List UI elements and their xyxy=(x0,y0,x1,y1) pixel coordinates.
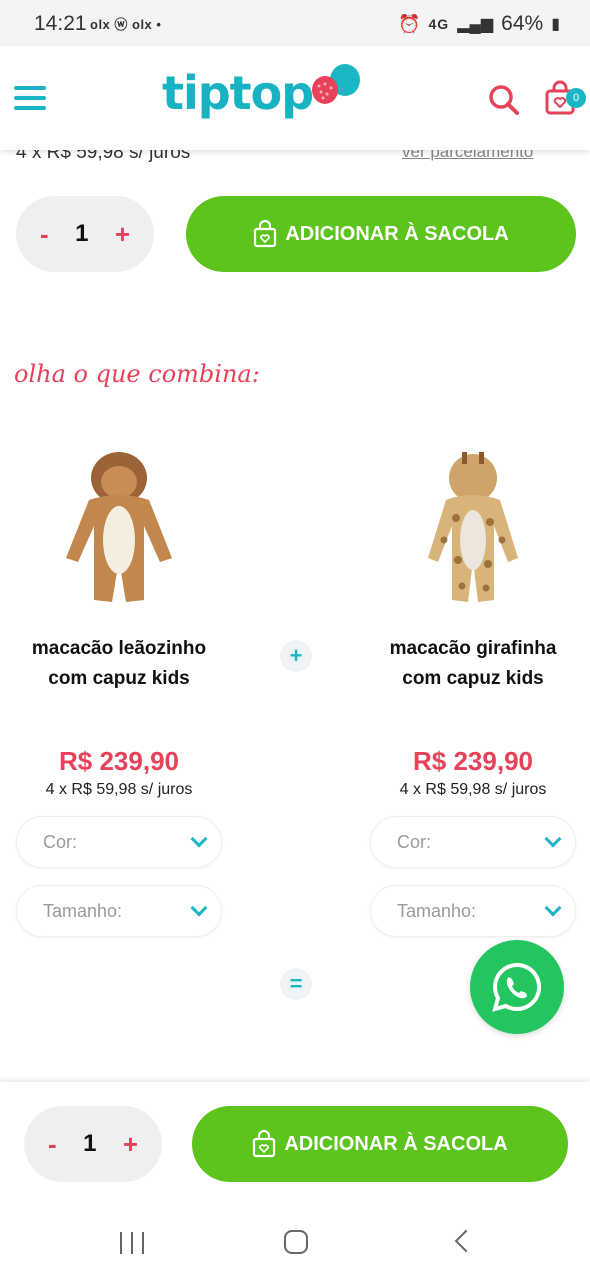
product-card-lion[interactable]: macacão leãozinho com capuz kids R$ 239,… xyxy=(4,440,234,799)
cart-count-badge: 0 xyxy=(566,88,586,108)
add-to-bag-button[interactable]: ADICIONAR À SACOLA xyxy=(186,196,576,272)
chevron-down-icon xyxy=(190,830,208,848)
site-logo[interactable]: tiptop xyxy=(162,64,363,120)
product-price: R$ 239,90 xyxy=(413,746,533,776)
whatsapp-icon xyxy=(492,962,542,1012)
quantity-value[interactable]: 1 xyxy=(83,1130,96,1158)
size-select-giraffe[interactable]: Tamanho: xyxy=(370,885,576,937)
status-notification-icons: olx ⓦ olx • xyxy=(90,17,162,32)
color-select-label: Cor: xyxy=(397,831,432,852)
battery-icon: ▮ xyxy=(551,16,560,33)
network-type: 4G xyxy=(428,16,450,32)
quantity-stepper: - 1 + xyxy=(16,196,154,272)
combo-equals: = xyxy=(280,968,312,1000)
decrease-button[interactable]: - xyxy=(48,1129,57,1160)
status-right: ⏰ 4G ▂▄▆ 64% ▮ xyxy=(398,12,560,36)
quantity-stepper: - 1 + xyxy=(24,1106,162,1182)
recents-icon[interactable] xyxy=(120,1232,144,1254)
color-select-giraffe[interactable]: Cor: xyxy=(370,816,576,868)
increase-button[interactable]: + xyxy=(115,219,130,250)
lion-onesie-image xyxy=(66,452,172,602)
product-image-giraffe[interactable] xyxy=(358,440,588,620)
add-to-bag-label: ADICIONAR À SACOLA xyxy=(284,1132,508,1155)
status-bar: 14:21 olx ⓦ olx • ⏰ 4G ▂▄▆ 64% ▮ xyxy=(0,0,590,46)
giraffe-onesie-image xyxy=(428,452,518,602)
product-name-line1[interactable]: macacão leãozinho xyxy=(4,634,234,664)
system-nav-bar xyxy=(0,1200,590,1280)
product-installments: 4 x R$ 59,98 s/ juros xyxy=(399,781,547,798)
alarm-icon: ⏰ xyxy=(398,13,421,34)
battery-level: 64% xyxy=(501,12,544,35)
home-icon[interactable] xyxy=(284,1230,308,1254)
size-select-label: Tamanho: xyxy=(397,900,477,921)
balloons-icon xyxy=(312,64,361,104)
product-name-line2[interactable]: com capuz kids xyxy=(358,664,588,694)
combo-plus: + xyxy=(280,640,312,672)
product-image-lion[interactable] xyxy=(4,440,234,620)
color-select-label: Cor: xyxy=(43,831,78,852)
chevron-down-icon xyxy=(544,830,562,848)
chevron-down-icon xyxy=(190,899,208,917)
product-installments: 4 x R$ 59,98 s/ juros xyxy=(45,781,193,798)
increase-button[interactable]: + xyxy=(123,1129,138,1160)
product-name-line2[interactable]: com capuz kids xyxy=(4,664,234,694)
size-select-lion[interactable]: Tamanho: xyxy=(16,885,222,937)
product-price: R$ 239,90 xyxy=(59,746,179,776)
menu-icon[interactable] xyxy=(14,86,46,112)
product-card-giraffe[interactable]: macacão girafinha com capuz kids R$ 239,… xyxy=(358,440,588,799)
color-select-lion[interactable]: Cor: xyxy=(16,816,222,868)
logo-wordmark: tiptop xyxy=(162,66,314,120)
whatsapp-button[interactable] xyxy=(470,940,564,1034)
quantity-value[interactable]: 1 xyxy=(75,220,88,248)
shopping-bag-icon xyxy=(253,1130,276,1158)
sticky-purchase-bar: - 1 + ADICIONAR À SACOLA xyxy=(0,1082,590,1200)
add-to-bag-label: ADICIONAR À SACOLA xyxy=(285,222,509,245)
decrease-button[interactable]: - xyxy=(40,219,49,250)
product-name-line1[interactable]: macacão girafinha xyxy=(358,634,588,664)
signal-icon: ▂▄▆ xyxy=(457,16,494,33)
site-header: tiptop 0 xyxy=(0,46,590,150)
section-title: olha o que combina: xyxy=(14,360,260,388)
back-icon[interactable] xyxy=(454,1229,478,1253)
size-select-label: Tamanho: xyxy=(43,900,123,921)
search-icon[interactable] xyxy=(488,84,520,116)
chevron-down-icon xyxy=(544,899,562,917)
add-to-bag-button[interactable]: ADICIONAR À SACOLA xyxy=(192,1106,568,1182)
status-time: 14:21 xyxy=(34,12,87,35)
shopping-bag-icon xyxy=(254,220,277,248)
